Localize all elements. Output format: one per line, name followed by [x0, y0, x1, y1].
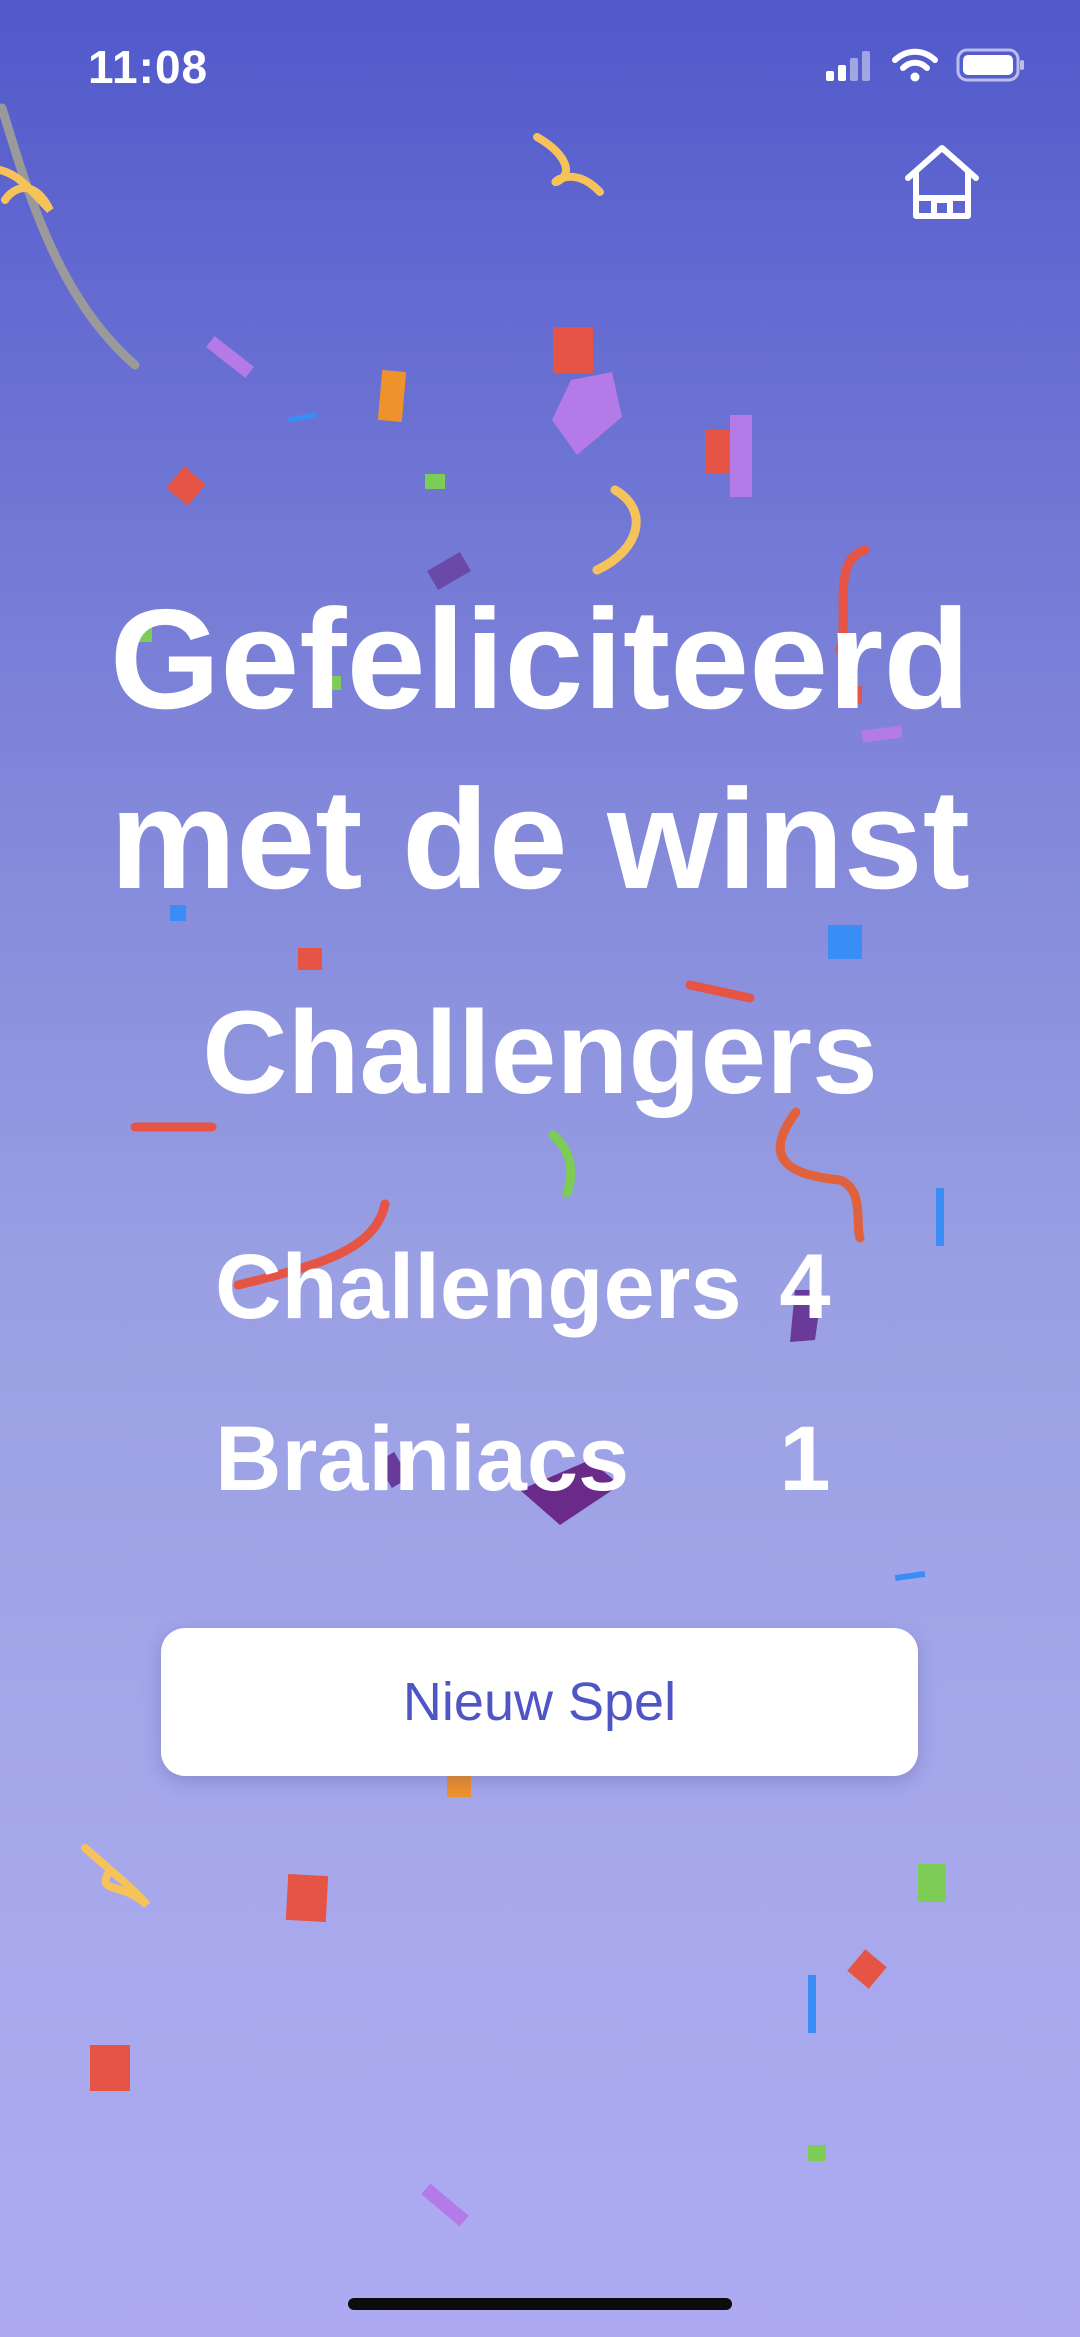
score-team-name: Challengers: [215, 1236, 742, 1338]
home-icon: [905, 145, 979, 219]
status-bar: 11:08: [0, 0, 1080, 130]
new-game-button[interactable]: Nieuw Spel: [161, 1628, 918, 1776]
congrats-title-line1: Gefeliciteerd: [109, 580, 971, 739]
confetti-decoration: [0, 103, 946, 2227]
status-time: 11:08: [88, 41, 209, 93]
score-table: Challengers 4 Brainiacs 1: [215, 1235, 865, 1579]
signal-icon: [826, 51, 870, 81]
congrats-title-line2: met de winst: [109, 760, 971, 919]
score-row: Challengers 4: [215, 1235, 865, 1407]
home-indicator: [348, 2298, 732, 2310]
score-value: 4: [779, 1236, 831, 1338]
wifi-icon: [892, 48, 938, 82]
score-row: Brainiacs 1: [215, 1407, 865, 1579]
status-icons: [826, 48, 1026, 82]
congrats-title: Gefeliciteerd met de winst: [0, 570, 1080, 930]
score-value: 1: [779, 1408, 831, 1510]
home-button[interactable]: [900, 140, 984, 224]
winner-name: Challengers: [202, 987, 878, 1119]
score-team-name: Brainiacs: [215, 1408, 630, 1510]
battery-icon: [956, 48, 1024, 82]
